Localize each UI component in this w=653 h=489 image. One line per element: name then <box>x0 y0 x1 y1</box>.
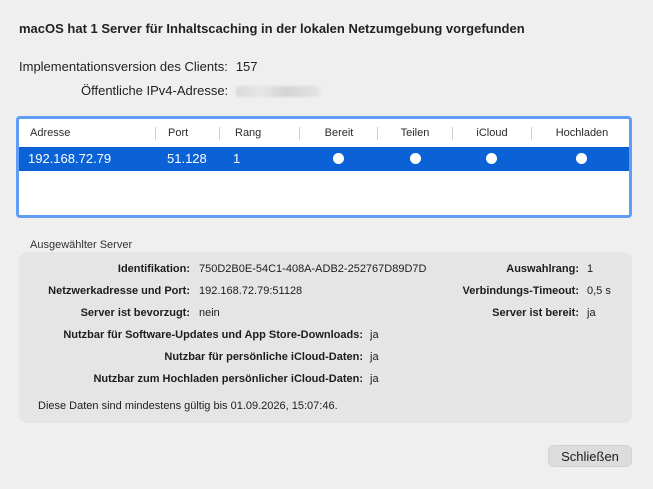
connection-timeout-value: 0,5 s <box>587 285 611 297</box>
software-updates-value: ja <box>370 329 379 341</box>
selection-rank-value: 1 <box>587 263 594 275</box>
col-header-rank[interactable]: Rang <box>235 119 261 147</box>
column-divider <box>219 127 220 140</box>
icloud-data-label: Nutzbar für persönliche iCloud-Daten: <box>164 351 363 363</box>
public-ipv4-row: Öffentliche IPv4-Adresse: <box>81 83 321 98</box>
server-table-header: Adresse Port Rang Bereit Teilen iCloud H… <box>19 119 629 147</box>
icloud-data-value: ja <box>370 351 379 363</box>
ready-indicator-icon <box>333 153 344 164</box>
preferred-label: Server ist bevorzugt: <box>80 307 190 319</box>
public-ipv4-redacted <box>236 86 321 98</box>
col-header-share[interactable]: Teilen <box>379 119 451 147</box>
server-ready-label: Server ist bereit: <box>492 307 579 319</box>
cell-address: 192.168.72.79 <box>28 151 112 166</box>
identification-label: Identifikation: <box>117 263 190 275</box>
validity-note: Diese Daten sind mindestens gültig bis 0… <box>38 400 338 412</box>
preferred-value: nein <box>199 307 220 319</box>
dialog-title: macOS hat 1 Server für Inhaltscaching in… <box>19 21 525 36</box>
network-address-value: 192.168.72.79:51128 <box>199 285 303 297</box>
identification-value: 750D2B0E-54C1-408A-ADB2-252767D89D7D <box>199 263 427 275</box>
icloud-upload-value: ja <box>370 373 379 385</box>
col-header-address[interactable]: Adresse <box>30 119 70 147</box>
col-header-upload[interactable]: Hochladen <box>533 119 629 147</box>
column-divider <box>452 127 453 140</box>
selection-rank-label: Auswahlrang: <box>506 263 579 275</box>
icloud-indicator-icon <box>486 153 497 164</box>
table-row[interactable]: 192.168.72.79 51.128 1 <box>19 147 629 171</box>
column-divider <box>155 127 156 140</box>
close-button[interactable]: Schließen <box>548 445 632 467</box>
upload-indicator-icon <box>576 153 587 164</box>
selected-server-section-label: Ausgewählter Server <box>30 239 133 251</box>
icloud-upload-label: Nutzbar zum Hochladen persönlicher iClou… <box>93 373 363 385</box>
client-version-value: 157 <box>235 59 258 74</box>
col-header-ready[interactable]: Bereit <box>301 119 377 147</box>
cell-port: 51.128 <box>167 151 207 166</box>
client-version-row: Implementationsversion des Clients: 157 <box>19 59 258 74</box>
client-version-label: Implementationsversion des Clients: <box>19 59 228 74</box>
col-header-icloud[interactable]: iCloud <box>454 119 530 147</box>
share-indicator-icon <box>410 153 421 164</box>
connection-timeout-label: Verbindungs-Timeout: <box>462 285 579 297</box>
server-ready-value: ja <box>587 307 596 319</box>
column-divider <box>299 127 300 140</box>
server-table[interactable]: Adresse Port Rang Bereit Teilen iCloud H… <box>16 116 632 218</box>
network-address-label: Netzwerkadresse und Port: <box>48 285 190 297</box>
col-header-port[interactable]: Port <box>168 119 188 147</box>
column-divider <box>531 127 532 140</box>
software-updates-label: Nutzbar für Software-Updates und App Sto… <box>63 329 363 341</box>
column-divider <box>377 127 378 140</box>
cell-rank: 1 <box>233 151 241 166</box>
public-ipv4-label: Öffentliche IPv4-Adresse: <box>81 83 229 98</box>
content-caching-dialog: macOS hat 1 Server für Inhaltscaching in… <box>0 0 653 489</box>
